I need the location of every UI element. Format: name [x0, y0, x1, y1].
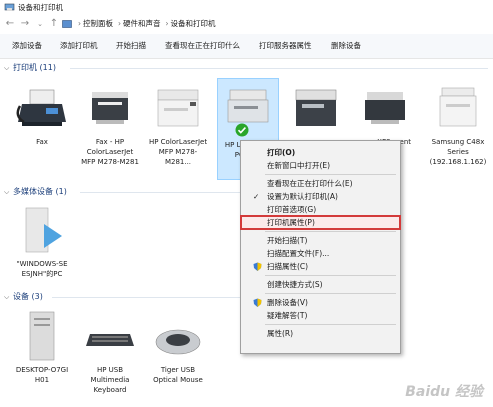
menu-item[interactable]: 扫描配置文件(F)...: [241, 247, 400, 260]
menu-item-label: 扫描属性(C): [267, 262, 309, 271]
breadcrumb-control-panel[interactable]: 控制面板: [83, 19, 113, 28]
menu-item-label: 打印首选项(G): [267, 205, 317, 214]
recent-dropdown-icon[interactable]: ⌄: [34, 18, 46, 30]
device-windows-pc[interactable]: "WINDOWS-SE ESJNH"的PC: [12, 204, 72, 279]
window-title: 设备和打印机: [18, 3, 63, 12]
print-server-properties-button[interactable]: 打印服务器属性: [259, 40, 312, 52]
menu-item[interactable]: 疑难解答(T): [241, 309, 400, 322]
menu-item[interactable]: 属性(R): [241, 327, 400, 340]
device-samsung-c48x[interactable]: Samsung C48x Series (192.168.1.162): [428, 82, 488, 167]
menu-item[interactable]: 扫描属性(C): [241, 260, 400, 273]
add-printer-button[interactable]: 添加打印机: [60, 40, 98, 52]
back-arrow-icon[interactable]: ←: [4, 18, 16, 30]
up-arrow-icon[interactable]: ↑: [48, 18, 60, 30]
breadcrumb: › 控制面板 › 硬件和声音 › 设备和打印机: [78, 19, 216, 28]
section-divider: [80, 192, 240, 193]
media-pc-icon: [14, 204, 70, 256]
checkmark-icon: ✓: [253, 192, 260, 201]
menu-item-label: 开始扫描(T): [267, 236, 308, 245]
add-device-button[interactable]: 添加设备: [12, 40, 42, 52]
section-header-multimedia[interactable]: ⌵ 多媒体设备 (1): [4, 186, 67, 198]
forward-arrow-icon[interactable]: →: [19, 18, 31, 30]
menu-item-label: 删除设备(V): [267, 298, 308, 307]
default-checkmark-icon: [235, 123, 249, 137]
chevron-down-icon: ⌵: [4, 293, 10, 301]
menu-item[interactable]: 创建快捷方式(S): [241, 278, 400, 291]
printer-icon: [150, 82, 206, 134]
menu-item-label: 创建快捷方式(S): [267, 280, 323, 289]
shield-icon: [253, 262, 262, 271]
device-desktop-pc[interactable]: DESKTOP-O7GI H01: [12, 310, 72, 385]
menu-separator: [265, 324, 396, 325]
command-toolbar: 添加设备 添加打印机 开始扫描 查看现在正在打印什么 打印服务器属性 删除设备: [0, 34, 493, 59]
menu-item[interactable]: 打印首选项(G): [241, 203, 400, 216]
menu-item[interactable]: 开始扫描(T): [241, 234, 400, 247]
watermark: Baidu 经验: [405, 384, 483, 400]
device-hp-usb-keyboard[interactable]: HP USB Multimedia Keyboard: [80, 310, 140, 395]
breadcrumb-devices-printers[interactable]: 设备和打印机: [171, 19, 216, 28]
device-tiger-usb-mouse[interactable]: Tiger USB Optical Mouse: [148, 310, 208, 385]
fax-icon: [14, 82, 70, 134]
printer-icon: [357, 82, 413, 134]
start-scan-button[interactable]: 开始扫描: [116, 40, 146, 52]
menu-item[interactable]: 查看现在正在打印什么(E): [241, 177, 400, 190]
breadcrumb-hardware-sound[interactable]: 硬件和声音: [123, 19, 161, 28]
device-printer-xps[interactable]: ... XPS ...ent: [355, 82, 415, 147]
menu-item-label: 在新窗口中打开(E): [267, 161, 331, 170]
menu-item-label: 属性(R): [267, 329, 294, 338]
multifunction-printer-icon: [288, 82, 344, 134]
menu-separator: [265, 293, 396, 294]
menu-item-label: 疑难解答(T): [267, 311, 308, 320]
menu-item[interactable]: 打印(O): [241, 146, 400, 159]
menu-item-label: 打印(O): [267, 148, 296, 157]
device-printer-5[interactable]: [286, 82, 346, 137]
section-divider: [70, 68, 488, 69]
menu-item-label: 打印机属性(P): [267, 218, 315, 227]
menu-separator: [265, 174, 396, 175]
menu-item[interactable]: 在新窗口中打开(E): [241, 159, 400, 172]
remove-device-button[interactable]: 删除设备: [331, 40, 361, 52]
context-menu: 打印(O) 在新窗口中打开(E) 查看现在正在打印什么(E) ✓ 设置为默认打印机(A)…: [240, 140, 401, 354]
chevron-down-icon: ⌵: [4, 188, 10, 196]
chevron-down-icon: ⌵: [4, 64, 10, 72]
device-fax[interactable]: Fax: [12, 82, 72, 147]
fax-printer-icon: [82, 82, 138, 134]
printer-icon: [430, 82, 486, 134]
section-divider: [52, 297, 240, 298]
see-whats-printing-button[interactable]: 查看现在正在打印什么: [165, 40, 240, 52]
section-header-devices[interactable]: ⌵ 设备 (3): [4, 291, 43, 303]
keyboard-icon: [82, 310, 138, 362]
menu-item-label: 查看现在正在打印什么(E): [267, 179, 353, 188]
device-fax-hp-colorlaserjet[interactable]: Fax - HP ColorLaserJet MFP M278-M281: [80, 82, 140, 167]
menu-item[interactable]: 打印机属性(P): [240, 215, 401, 230]
computer-tower-icon: [14, 310, 70, 362]
menu-separator: [265, 275, 396, 276]
menu-item-label: 设置为默认打印机(A): [267, 192, 338, 201]
devices-printers-icon: [4, 3, 15, 11]
control-panel-icon: [62, 20, 72, 28]
title-bar: 设备和打印机: [0, 0, 493, 14]
device-hp-colorlaserjet[interactable]: HP ColorLaserJet MFP M278-M281...: [148, 82, 208, 167]
menu-item[interactable]: 删除设备(V): [241, 296, 400, 309]
menu-separator: [265, 231, 396, 232]
section-header-printers[interactable]: ⌵ 打印机 (11): [4, 62, 56, 74]
menu-item-label: 扫描配置文件(F)...: [267, 249, 330, 258]
shield-icon: [253, 298, 262, 307]
mouse-icon: [150, 310, 206, 362]
navigation-bar: ← → ⌄ ↑ › 控制面板 › 硬件和声音 › 设备和打印机: [0, 14, 493, 35]
menu-item[interactable]: ✓ 设置为默认打印机(A): [241, 190, 400, 203]
